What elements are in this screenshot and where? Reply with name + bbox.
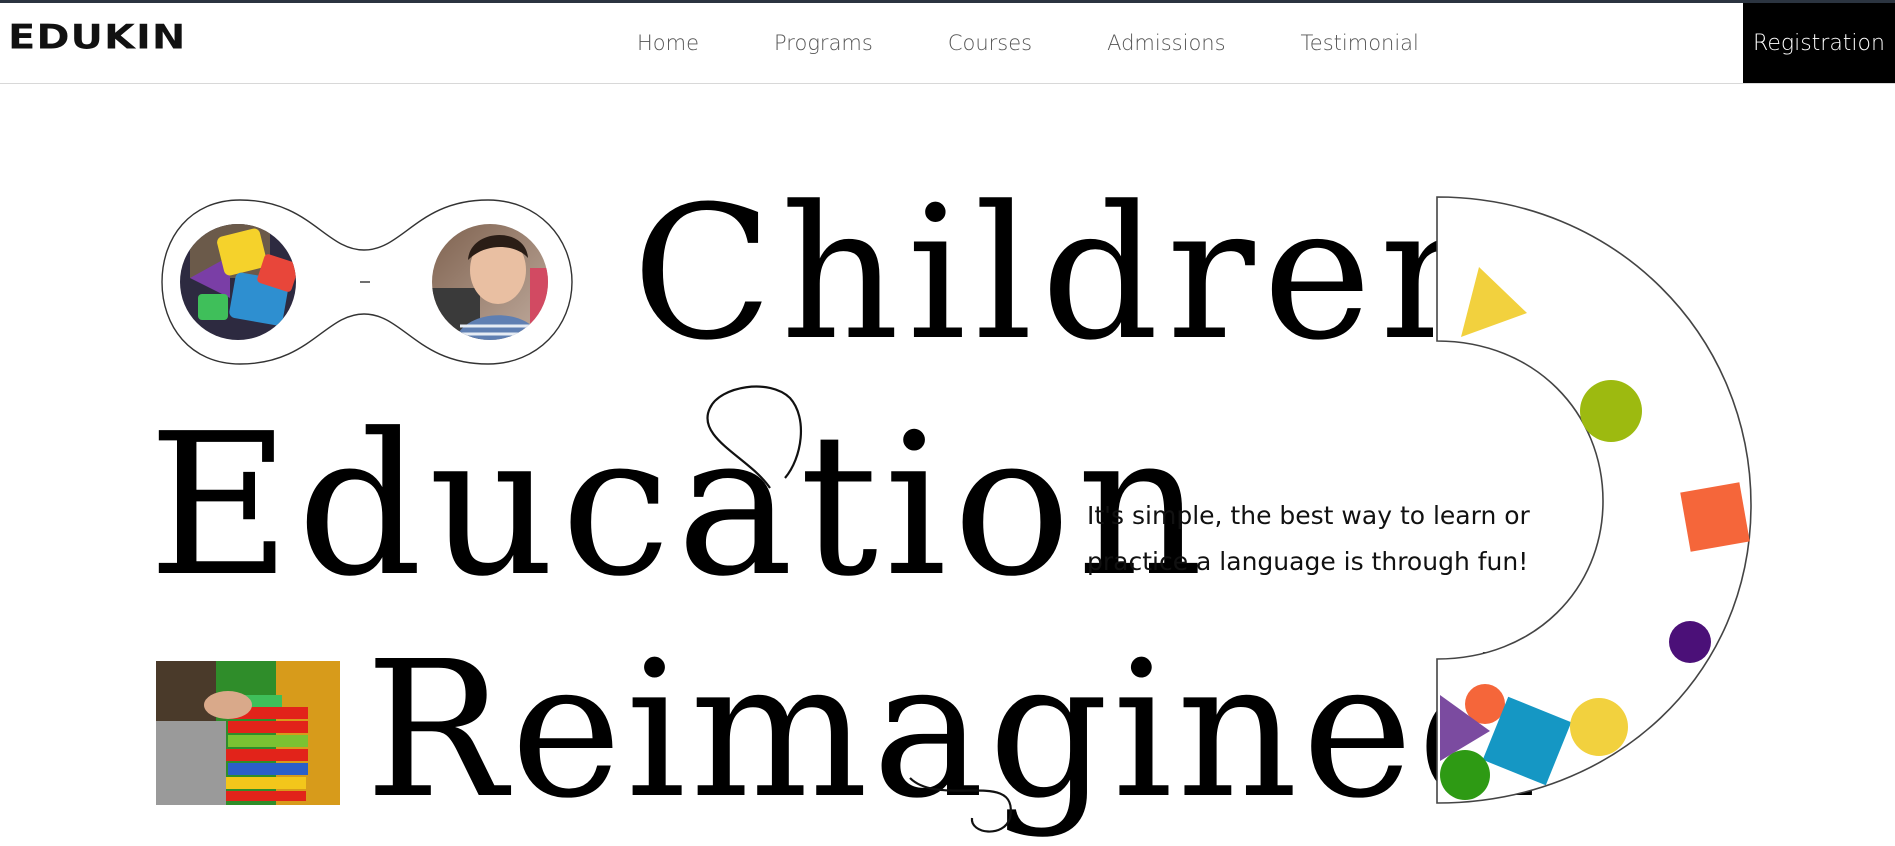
shapes-half-ring [1436, 196, 1752, 804]
infinity-photo-frame [161, 199, 573, 365]
main-nav: Home Programs Courses Admissions Testimo… [600, 3, 1494, 83]
purple-circle-shape [1669, 621, 1711, 663]
headline-children: Children [632, 167, 1507, 381]
yellow-circle-shape [1570, 698, 1628, 756]
site-header: EDUKIN Home Programs Courses Admissions … [0, 3, 1895, 84]
nav-admissions[interactable]: Admissions [1107, 31, 1225, 55]
headline-education: Education [148, 392, 1210, 620]
smiling-boy-photo [432, 224, 548, 340]
site-logo[interactable]: EDUKIN [8, 17, 186, 58]
stacking-blocks-photo [156, 661, 340, 805]
nav-home[interactable]: Home [637, 31, 699, 55]
decorative-descender [909, 777, 1012, 833]
registration-button[interactable]: Registration [1743, 3, 1895, 83]
green-circle-shape [1440, 750, 1490, 800]
orange-square-shape [1680, 482, 1750, 552]
nav-courses[interactable]: Courses [948, 31, 1032, 55]
nav-programs[interactable]: Programs [774, 31, 873, 55]
nav-testimonial[interactable]: Testimonial [1301, 31, 1419, 55]
lime-circle-shape [1580, 380, 1642, 442]
